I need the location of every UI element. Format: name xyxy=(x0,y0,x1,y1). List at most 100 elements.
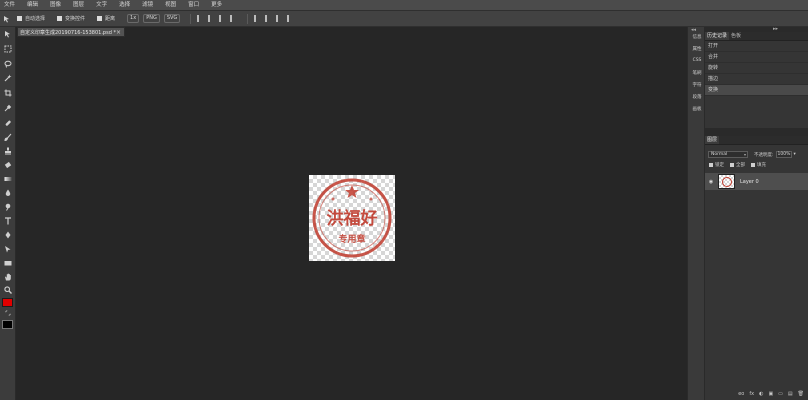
blur-tool-icon[interactable] xyxy=(4,189,12,197)
pen-tool-icon[interactable] xyxy=(4,231,12,239)
distribute-icon[interactable] xyxy=(230,15,236,22)
svg-export-button[interactable]: SVG xyxy=(163,14,181,23)
align-left-icon[interactable] xyxy=(197,15,203,22)
dock-item-brush[interactable]: 笔刷 xyxy=(690,70,704,76)
lock-fill-checkbox[interactable] xyxy=(751,163,755,167)
dodge-tool-icon[interactable] xyxy=(4,203,12,211)
magic-wand-icon[interactable] xyxy=(4,74,12,82)
options-bar: 自动选择 变换控件 距离 1x PNG SVG xyxy=(0,10,808,27)
new-layer-icon[interactable]: ▤ xyxy=(788,391,793,397)
brush-tool-icon[interactable] xyxy=(4,133,12,141)
align-bottom-icon[interactable] xyxy=(276,15,282,22)
crop-tool-icon[interactable] xyxy=(4,89,12,97)
distance-checkbox[interactable]: 距离 xyxy=(97,15,115,22)
lock-label[interactable]: 锁定 xyxy=(715,162,724,168)
chevron-down-icon[interactable]: ▾ xyxy=(794,152,796,157)
align-center-icon[interactable] xyxy=(208,15,214,22)
move-tool-icon[interactable] xyxy=(3,15,11,23)
marquee-tool-icon[interactable] xyxy=(4,45,12,53)
dock-item-paragraph[interactable]: 段落 xyxy=(690,94,704,100)
panel-dock-collapsed: ◂◂ 信息 属性 CSS 笔刷 字符 段落 画板 xyxy=(687,27,705,400)
png-export-button[interactable]: PNG xyxy=(143,14,160,23)
history-panel-tabs: 历史记录 色板 xyxy=(705,32,808,41)
foreground-color-swatch[interactable] xyxy=(2,298,13,307)
history-item-selected[interactable]: 变换 xyxy=(705,85,808,96)
type-tool-icon[interactable] xyxy=(4,217,12,225)
chevron-down-icon: ▾ xyxy=(743,152,746,157)
align-top-icon[interactable] xyxy=(254,15,260,22)
trash-icon[interactable]: 🗑 xyxy=(798,391,804,397)
eyedropper-icon[interactable] xyxy=(4,104,12,112)
menu-type[interactable]: 文字 xyxy=(96,0,107,10)
blend-mode-value: Normal xyxy=(711,152,728,157)
link-layers-icon[interactable]: eo xyxy=(738,391,744,397)
gradient-tool-icon[interactable] xyxy=(4,175,12,183)
divider xyxy=(190,13,192,24)
distance-label: 距离 xyxy=(105,16,116,22)
history-item[interactable]: 旋转 xyxy=(705,63,808,74)
swap-colors-icon[interactable] xyxy=(5,310,11,316)
lock-fill-label[interactable]: 填充 xyxy=(757,162,766,168)
layers-panel: 图层 Normal ▾ 不透明度: 100% ▾ 锁定 全部 填充 ◉ Laye… xyxy=(705,136,808,400)
tab-layers[interactable]: 图层 xyxy=(705,136,720,144)
layer-mask-icon[interactable]: ▣ xyxy=(768,391,773,397)
align-middle-icon[interactable] xyxy=(265,15,271,22)
close-tab-icon[interactable]: × xyxy=(116,29,121,36)
menu-more[interactable]: 更多 xyxy=(211,0,222,10)
tab-history[interactable]: 历史记录 xyxy=(705,32,730,40)
menu-layer[interactable]: 图层 xyxy=(73,0,84,10)
transform-controls-checkbox[interactable]: 变换控件 xyxy=(57,15,85,22)
zoom-tool-icon[interactable] xyxy=(4,286,12,294)
menu-edit[interactable]: 编辑 xyxy=(27,0,38,10)
zoom-level-button[interactable]: 1x xyxy=(127,14,140,23)
history-item[interactable]: 合并 xyxy=(705,52,808,63)
dock-item-artboard[interactable]: 画板 xyxy=(690,106,704,112)
lasso-tool-icon[interactable] xyxy=(4,60,12,68)
history-item[interactable]: 描边 xyxy=(705,74,808,85)
layer-name[interactable]: Layer 0 xyxy=(740,179,759,185)
dock-item-properties[interactable]: 属性 xyxy=(690,46,704,52)
hand-tool-icon[interactable] xyxy=(4,273,12,281)
layer-effects-icon[interactable]: fx xyxy=(749,391,754,397)
background-color-swatch[interactable] xyxy=(2,320,13,329)
opacity-input[interactable]: 100% xyxy=(775,151,792,158)
lock-all-checkbox[interactable] xyxy=(730,163,734,167)
dock-item-info[interactable]: 信息 xyxy=(690,34,704,40)
lock-all-label[interactable]: 全部 xyxy=(736,162,745,168)
menu-image[interactable]: 图像 xyxy=(50,0,61,10)
checkbox-box-icon xyxy=(57,16,63,21)
dock-item-css[interactable]: CSS xyxy=(690,58,704,63)
menu-bar: 文件 编辑 图像 图层 文字 选择 滤镜 视图 窗口 更多 xyxy=(0,0,808,10)
align-right-icon[interactable] xyxy=(219,15,225,22)
adjustment-layer-icon[interactable]: ◐ xyxy=(759,391,763,397)
layer-row[interactable]: ◉ Layer 0 xyxy=(705,173,808,190)
path-select-icon[interactable] xyxy=(4,245,12,253)
history-item[interactable]: 打开 xyxy=(705,41,808,52)
new-folder-icon[interactable]: ▭ xyxy=(778,391,783,397)
healing-brush-icon[interactable] xyxy=(4,119,12,127)
toolbox xyxy=(0,27,16,400)
dock-item-character[interactable]: 字符 xyxy=(690,82,704,88)
visibility-eye-icon[interactable]: ◉ xyxy=(707,179,715,185)
auto-select-label: 自动选择 xyxy=(25,16,46,22)
canvas-area[interactable]: 洪福好 专用章 xyxy=(17,37,687,400)
rectangle-tool-icon[interactable] xyxy=(4,259,12,267)
document-canvas[interactable]: 洪福好 专用章 xyxy=(309,175,395,261)
collapse-dock-icon[interactable]: ◂◂ xyxy=(691,27,696,33)
tab-swatches[interactable]: 色板 xyxy=(729,32,743,40)
document-tab[interactable]: 自定义印章生成20190716-153801.psd * × xyxy=(17,27,125,37)
blend-mode-select[interactable]: Normal ▾ xyxy=(708,151,748,158)
move-tool-icon[interactable] xyxy=(4,30,12,38)
menu-file[interactable]: 文件 xyxy=(4,0,15,10)
distribute-vertical-icon[interactable] xyxy=(287,15,293,22)
eraser-tool-icon[interactable] xyxy=(4,161,12,169)
lock-icon[interactable] xyxy=(709,163,713,167)
menu-select[interactable]: 选择 xyxy=(119,0,130,10)
clone-stamp-icon[interactable] xyxy=(4,147,12,155)
auto-select-checkbox[interactable]: 自动选择 xyxy=(17,15,45,22)
stamp-image: 洪福好 专用章 xyxy=(312,178,392,258)
menu-window[interactable]: 窗口 xyxy=(188,0,199,10)
right-panels: ▸▸ 历史记录 色板 打开 合并 旋转 描边 变换 图层 Normal ▾ 不透… xyxy=(705,26,808,400)
menu-view[interactable]: 视图 xyxy=(165,0,176,10)
menu-filter[interactable]: 滤镜 xyxy=(142,0,153,10)
